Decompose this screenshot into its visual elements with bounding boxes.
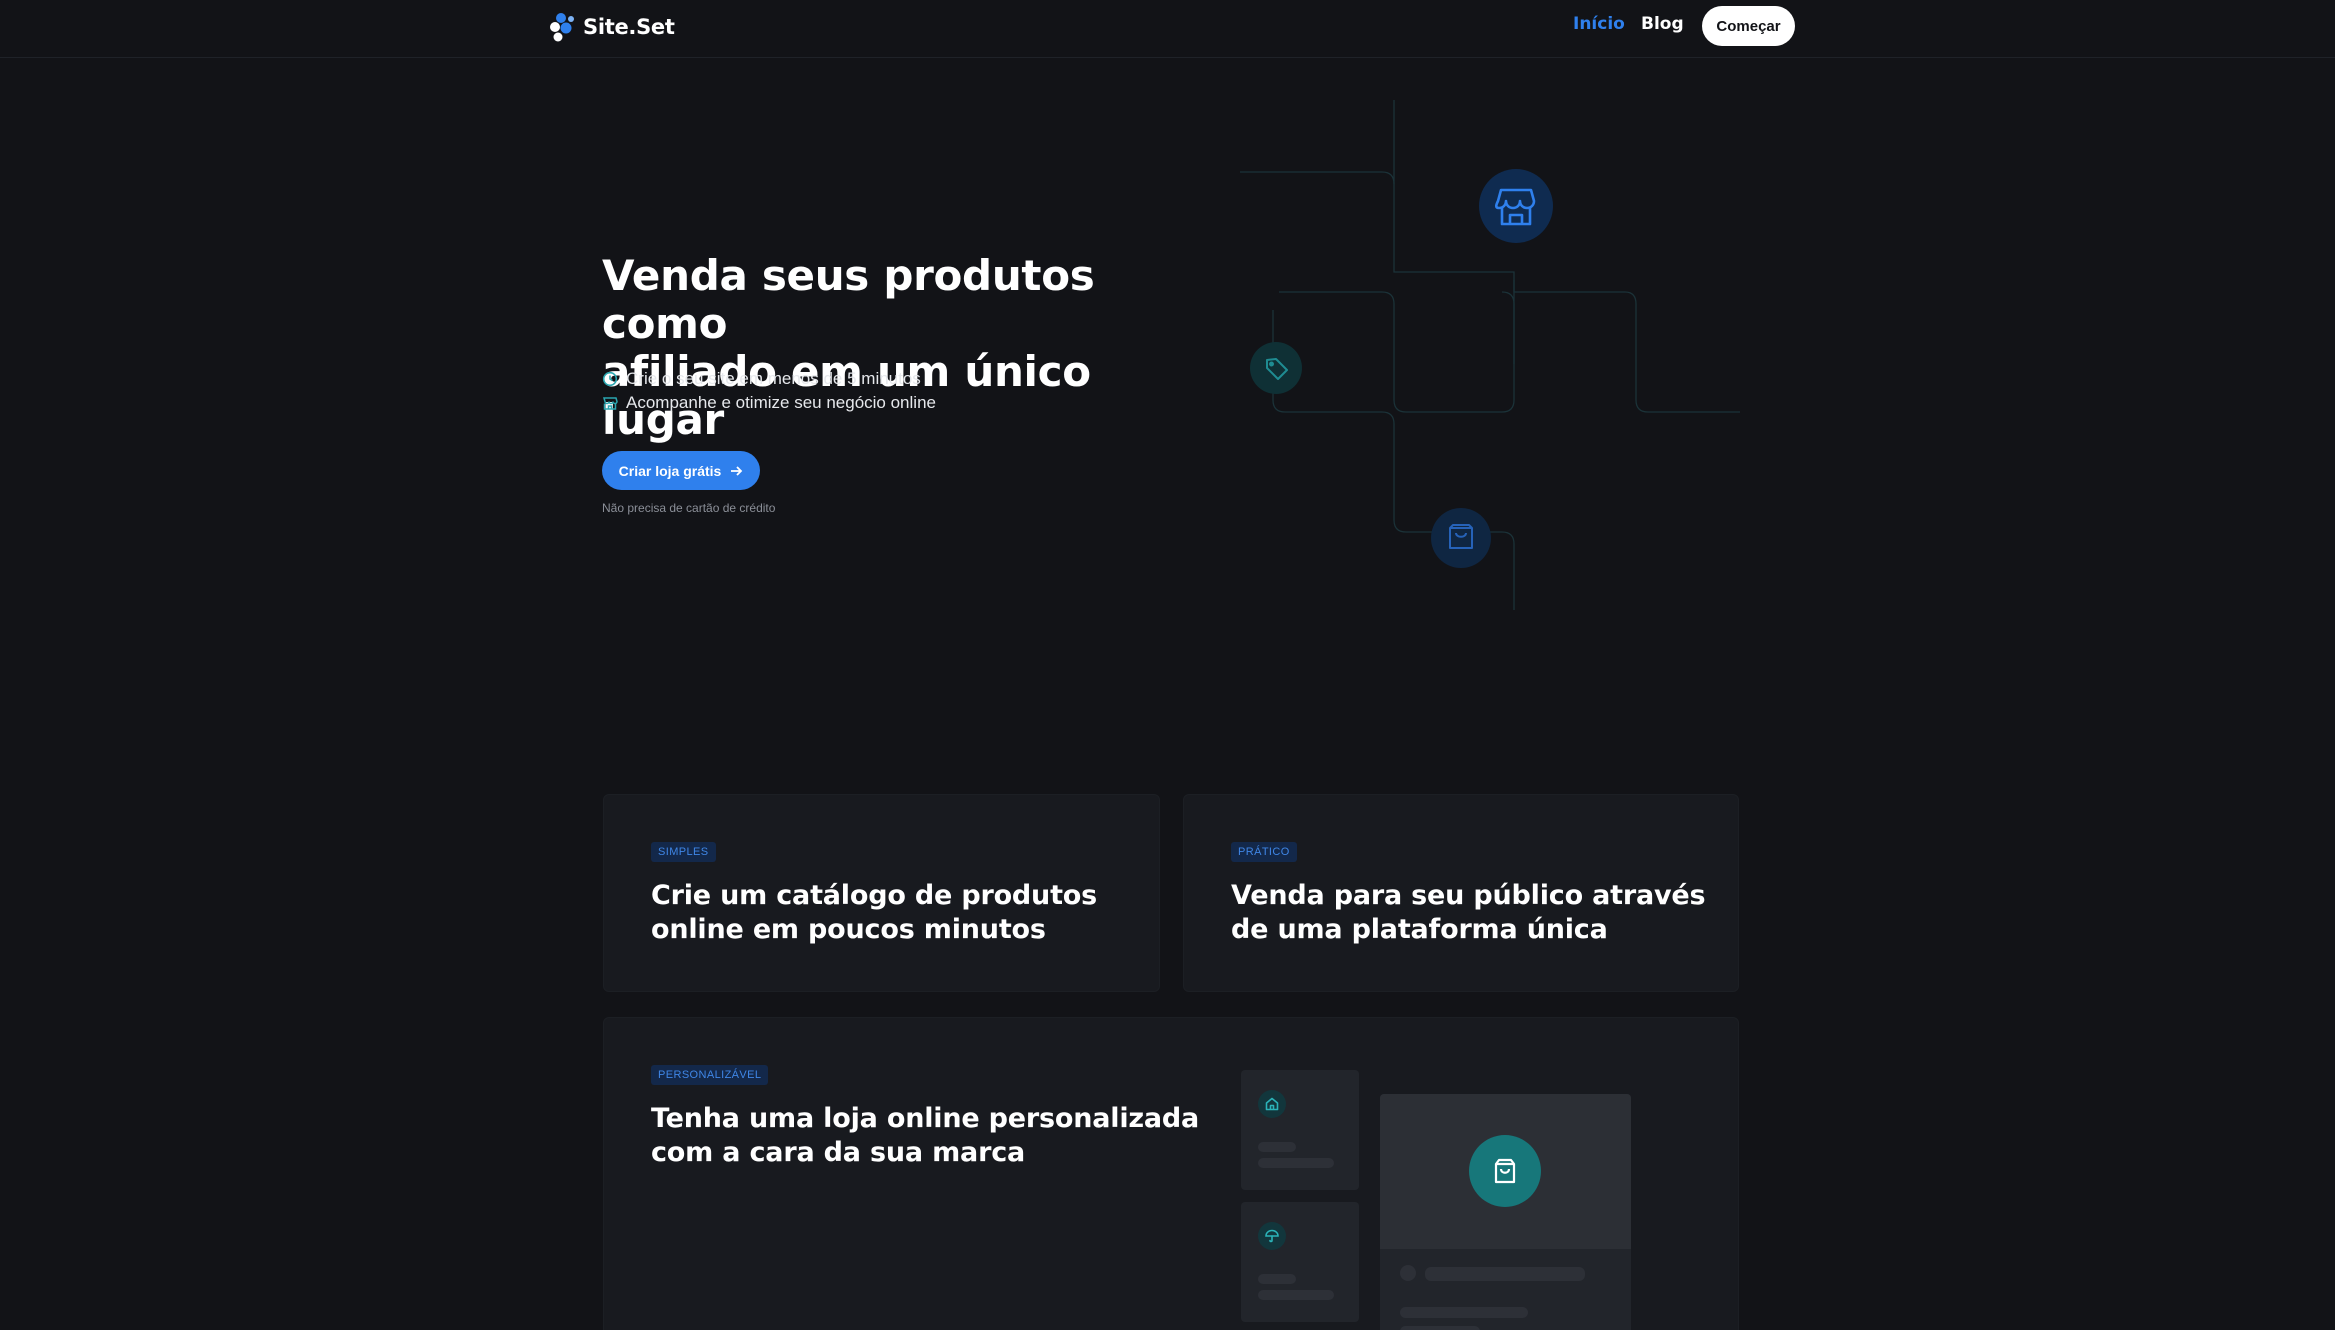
skeleton-line — [1400, 1326, 1480, 1330]
no-credit-card-note: Não precisa de cartão de crédito — [602, 501, 776, 515]
feature-card-practical: PRÁTICO Venda para seu público através d… — [1183, 794, 1739, 992]
card-title-line1: Crie um catálogo de produtos — [651, 880, 1097, 911]
card-title: Crie um catálogo de produtos online em p… — [651, 879, 1131, 947]
logo-icon — [550, 13, 574, 42]
card-tag: PRÁTICO — [1231, 842, 1297, 862]
clock-icon — [602, 371, 618, 387]
card-title-line1: Tenha uma loja online personalizada — [651, 1103, 1200, 1134]
card-title-line2: online em poucos minutos — [651, 914, 1046, 945]
site-header: Site.Set Início Blog Começar — [0, 0, 2335, 58]
brand-logo[interactable]: Site.Set — [549, 10, 675, 44]
hero-title-line1: Venda seus produtos como — [602, 251, 1095, 348]
skeleton-line — [1425, 1267, 1585, 1281]
card-tag: PERSONALIZÁVEL — [651, 1065, 769, 1085]
feature-item-speed: Crie o seu site em menos de 5 minutos — [602, 369, 921, 389]
tag-icon — [1250, 342, 1302, 394]
hero-title: Venda seus produtos como afiliado em um … — [602, 252, 1222, 444]
mock-sidebar-card — [1241, 1070, 1359, 1190]
mock-product-card — [1380, 1094, 1631, 1330]
skeleton-line — [1400, 1307, 1528, 1318]
hero-illustration — [1240, 100, 1740, 610]
start-button[interactable]: Começar — [1702, 6, 1795, 46]
card-tag: SIMPLES — [651, 842, 716, 862]
feature-item-optimize: Acompanhe e otimize seu negócio online — [602, 393, 936, 413]
home-icon — [1258, 1090, 1286, 1118]
create-store-button[interactable]: Criar loja grátis — [602, 451, 760, 490]
feature-card-customizable: PERSONALIZÁVEL Tenha uma loja online per… — [603, 1017, 1739, 1330]
skeleton-line — [1258, 1274, 1296, 1284]
store-icon — [603, 397, 618, 410]
nav-link-blog[interactable]: Blog — [1641, 14, 1684, 34]
brand-name: Site.Set — [583, 15, 675, 39]
card-title-line2: de uma plataforma única — [1231, 914, 1608, 945]
card-title-line2: com a cara da sua marca — [651, 1137, 1026, 1168]
skeleton-avatar — [1400, 1265, 1416, 1281]
nav-link-inicio[interactable]: Início — [1573, 14, 1625, 34]
card-title-line1: Venda para seu público através — [1231, 880, 1706, 911]
shopping-bag-icon — [1431, 508, 1491, 568]
skeleton-line — [1258, 1142, 1296, 1152]
skeleton-line — [1258, 1290, 1334, 1300]
feature-card-simple: SIMPLES Crie um catálogo de produtos onl… — [603, 794, 1160, 992]
card-title: Venda para seu público através de uma pl… — [1231, 879, 1711, 947]
shopping-bag-icon — [1469, 1135, 1541, 1207]
skeleton-line — [1258, 1158, 1334, 1168]
arrow-right-icon — [731, 465, 743, 476]
feature-text: Acompanhe e otimize seu negócio online — [626, 393, 936, 412]
card-title: Tenha uma loja online personalizada com … — [651, 1102, 1211, 1170]
umbrella-icon — [1258, 1222, 1286, 1250]
feature-text: Crie o seu site em menos de 5 minutos — [626, 369, 921, 388]
create-store-label: Criar loja grátis — [618, 462, 722, 479]
store-icon — [1479, 169, 1553, 243]
mock-sidebar-card — [1241, 1202, 1359, 1322]
mock-product-image — [1380, 1094, 1631, 1249]
